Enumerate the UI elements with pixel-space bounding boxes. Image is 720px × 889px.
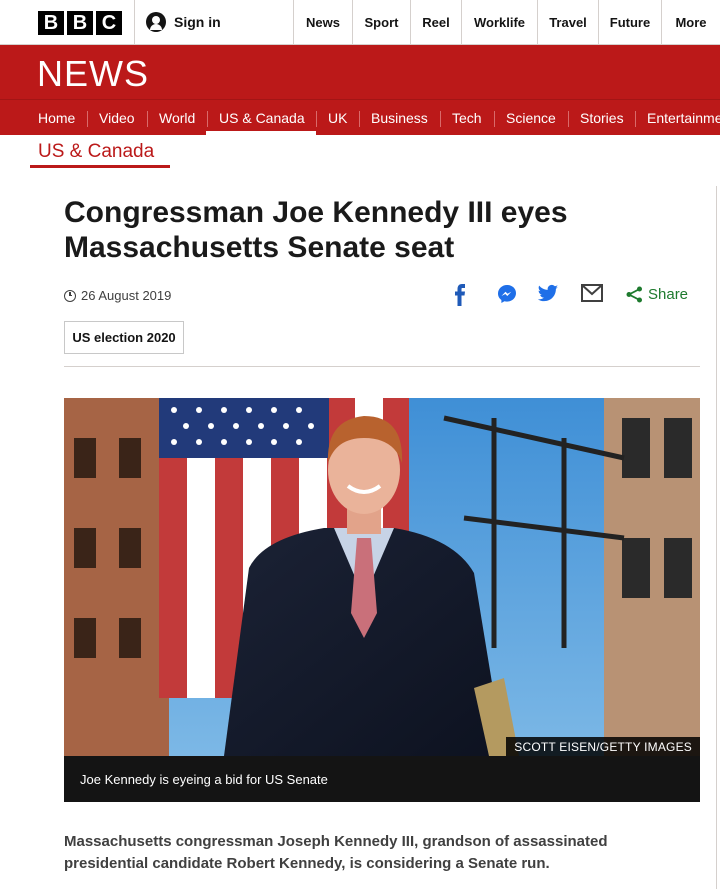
- lead-line-2: presidential candidate Robert Kennedy, i…: [64, 855, 550, 872]
- nav-science[interactable]: Science: [506, 100, 556, 135]
- image-credit: SCOTT EISEN/GETTY IMAGES: [506, 737, 700, 756]
- nav-divider: [147, 111, 148, 127]
- image-caption: Joe Kennedy is eyeing a bid for US Senat…: [64, 756, 700, 802]
- share-button[interactable]: Share: [648, 286, 688, 303]
- nav-uk[interactable]: UK: [328, 100, 347, 135]
- top-nav-worklife[interactable]: Worklife: [461, 0, 537, 44]
- nav-divider: [87, 111, 88, 127]
- headline-line-1: Congressman Joe Kennedy III eyes: [64, 196, 568, 229]
- nav-entertainment[interactable]: Entertainme: [647, 100, 720, 135]
- nav-divider: [568, 111, 569, 127]
- logo-letter: B: [67, 11, 93, 35]
- article-lead: Massachusetts congressman Joseph Kennedy…: [64, 831, 700, 875]
- nav-divider: [440, 111, 441, 127]
- top-nav-future[interactable]: Future: [598, 0, 661, 44]
- nav-world[interactable]: World: [159, 100, 195, 135]
- nav-divider: [207, 111, 208, 127]
- article-date: 26 August 2019: [64, 288, 171, 303]
- content-border: [716, 186, 717, 889]
- share-icon[interactable]: [626, 286, 643, 303]
- top-nav: News Sport Reel Worklife Travel Future M…: [293, 0, 720, 44]
- global-header: B B C Sign in News Sport Reel Worklife T…: [0, 0, 720, 45]
- topic-tag[interactable]: US election 2020: [64, 321, 184, 354]
- user-icon: [146, 12, 166, 32]
- top-nav-sport[interactable]: Sport: [352, 0, 410, 44]
- caption-text: Joe Kennedy is eyeing a bid for US Senat…: [80, 772, 328, 787]
- top-nav-news[interactable]: News: [293, 0, 352, 44]
- sign-in-label: Sign in: [174, 14, 221, 30]
- section-underline: [30, 165, 170, 168]
- active-tab-indicator: [206, 131, 316, 135]
- nav-video[interactable]: Video: [99, 100, 135, 135]
- article-headline: Congressman Joe Kennedy III eyes Massach…: [64, 195, 684, 265]
- twitter-icon[interactable]: [537, 284, 559, 304]
- top-nav-more[interactable]: More: [661, 0, 720, 44]
- nav-tech[interactable]: Tech: [452, 100, 482, 135]
- nav-us-canada[interactable]: US & Canada: [219, 100, 305, 135]
- news-title[interactable]: NEWS: [37, 53, 149, 95]
- nav-divider: [316, 111, 317, 127]
- logo-letter: B: [38, 11, 64, 35]
- nav-divider: [359, 111, 360, 127]
- nav-stories[interactable]: Stories: [580, 100, 624, 135]
- divider: [64, 366, 700, 367]
- sign-in-button[interactable]: Sign in: [134, 0, 294, 44]
- article-photo: [64, 398, 700, 756]
- email-icon[interactable]: [581, 284, 603, 302]
- nav-home[interactable]: Home: [38, 100, 75, 135]
- article-image: SCOTT EISEN/GETTY IMAGES: [64, 398, 700, 756]
- section-nav: Home Video World US & Canada UK Business…: [0, 99, 720, 135]
- top-nav-travel[interactable]: Travel: [537, 0, 598, 44]
- lead-line-1: Massachusetts congressman Joseph Kennedy…: [64, 833, 608, 850]
- messenger-icon[interactable]: [497, 284, 517, 304]
- clock-icon: [64, 289, 76, 302]
- news-banner: NEWS: [0, 45, 720, 99]
- section-title[interactable]: US & Canada: [38, 141, 154, 163]
- nav-business[interactable]: Business: [371, 100, 428, 135]
- date-text: 26 August 2019: [81, 288, 172, 303]
- nav-divider: [494, 111, 495, 127]
- facebook-icon[interactable]: [454, 284, 466, 306]
- nav-divider: [635, 111, 636, 127]
- logo-letter: C: [96, 11, 122, 35]
- top-nav-reel[interactable]: Reel: [410, 0, 461, 44]
- bbc-logo[interactable]: B B C: [38, 11, 122, 35]
- headline-line-2: Massachusetts Senate seat: [64, 231, 455, 264]
